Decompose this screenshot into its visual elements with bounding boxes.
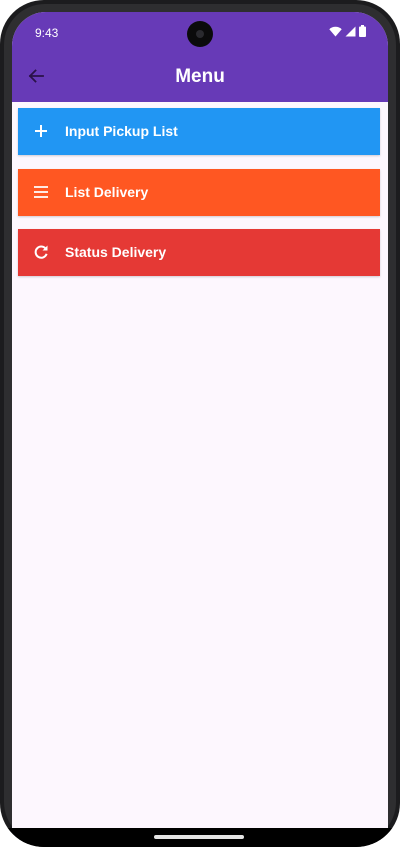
- plus-icon: [32, 122, 50, 140]
- phone-frame: 9:43 Menu Input Pickup List List Deliver…: [0, 0, 400, 847]
- menu-item-list-delivery[interactable]: List Delivery: [18, 169, 380, 216]
- menu-item-label: List Delivery: [65, 184, 149, 200]
- menu-item-label: Status Delivery: [65, 244, 167, 260]
- front-camera: [187, 21, 213, 47]
- status-bar: 9:43: [12, 12, 388, 54]
- battery-icon: [359, 24, 366, 42]
- page-title: Menu: [175, 66, 225, 87]
- app-screen: 9:43 Menu Input Pickup List List Deliver…: [12, 12, 388, 828]
- status-time: 9:43: [35, 26, 59, 40]
- status-icons: [329, 24, 366, 42]
- menu-lines-icon: [32, 183, 50, 201]
- wifi-icon: [329, 24, 342, 42]
- app-bar: Menu: [12, 54, 388, 102]
- signal-icon: [345, 24, 356, 42]
- menu-item-label: Input Pickup List: [65, 123, 178, 139]
- home-indicator[interactable]: [154, 835, 244, 839]
- menu-item-status-delivery[interactable]: Status Delivery: [18, 229, 380, 276]
- refresh-icon: [32, 243, 50, 261]
- menu-item-input-pickup-list[interactable]: Input Pickup List: [18, 108, 380, 155]
